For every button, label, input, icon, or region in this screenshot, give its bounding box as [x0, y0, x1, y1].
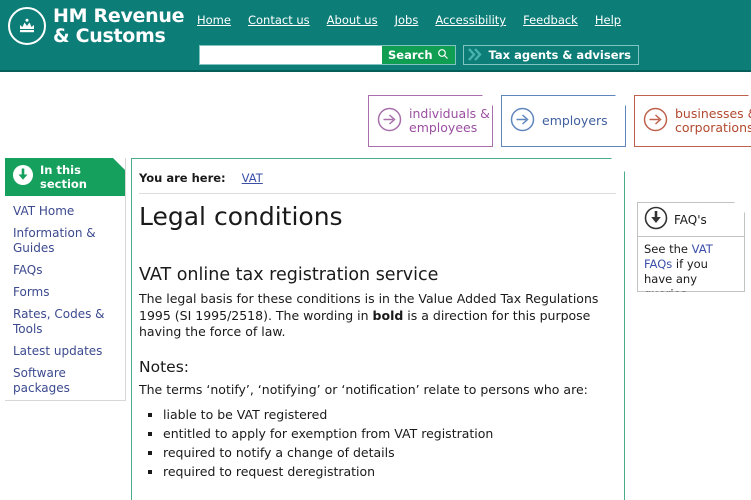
list-item: liable to be VAT registered: [163, 405, 624, 424]
nav-link-accessibility[interactable]: Accessibility: [435, 13, 506, 27]
circle-arrow-down-icon: [12, 164, 34, 190]
logo-line-2: & Customs: [53, 25, 166, 47]
tax-agents-button[interactable]: Tax agents & advisers: [462, 45, 640, 65]
sidebar-item-vat-home[interactable]: VAT Home: [13, 204, 117, 219]
nav-link-help[interactable]: Help: [595, 13, 621, 27]
audience-box-individuals-employees[interactable]: individuals & employees: [368, 95, 493, 147]
audience-label-employers: employers: [542, 113, 608, 128]
search-input[interactable]: [200, 46, 382, 64]
search-area: Search Tax agents & advisers: [199, 45, 640, 65]
sidebar-item-latest-updates[interactable]: Latest updates: [13, 344, 117, 359]
search-box: Search: [199, 45, 456, 65]
faq-box: FAQ's See the VAT FAQs if you have any q…: [637, 202, 745, 292]
tax-agents-label: Tax agents & advisers: [488, 48, 632, 62]
nav-link-home[interactable]: Home: [197, 13, 231, 27]
sidebar-header-label: In this section: [40, 163, 87, 191]
breadcrumb-link-vat[interactable]: VAT: [242, 171, 263, 185]
circle-arrow-down-icon: [644, 206, 668, 234]
sidebar-item-forms[interactable]: Forms: [13, 285, 117, 300]
nav-link-feedback[interactable]: Feedback: [523, 13, 578, 27]
audience-line-1: businesses &: [675, 106, 751, 121]
page-title: Legal conditions: [139, 202, 343, 231]
nav-link-about-us[interactable]: About us: [327, 13, 378, 27]
sidebar: In this section VAT Home Information & G…: [5, 158, 126, 401]
circle-arrow-right-icon: [509, 106, 536, 137]
top-navigation: Home Contact us About us Jobs Accessibil…: [197, 13, 621, 27]
audience-box-employers[interactable]: employers: [501, 95, 626, 147]
section-title: VAT online tax registration service: [139, 265, 439, 285]
notes-list: liable to be VAT registered entitled to …: [132, 405, 624, 481]
audience-line-2: employees: [409, 120, 478, 135]
faq-text: See the VAT FAQs if you have any queries…: [638, 237, 744, 302]
site-header: HM Revenue & Customs Home Contact us Abo…: [0, 0, 751, 72]
faq-title: FAQ's: [674, 212, 707, 227]
logo-wordmark: HM Revenue & Customs: [53, 6, 184, 46]
hmrc-logo[interactable]: HM Revenue & Customs: [8, 6, 184, 46]
audience-boxes: individuals & employees employers busine…: [368, 95, 751, 147]
sidebar-item-information-guides[interactable]: Information & Guides: [13, 226, 117, 256]
magnifier-icon: [437, 48, 449, 63]
breadcrumb: You are here: VAT: [132, 159, 624, 185]
sidebar-item-rates-codes-tools[interactable]: Rates, Codes & Tools: [13, 307, 117, 337]
sidebar-header: In this section: [5, 158, 125, 196]
breadcrumb-label: You are here:: [139, 171, 226, 185]
circle-arrow-right-icon: [376, 106, 403, 137]
list-item: required to request deregistration: [163, 462, 624, 481]
search-button[interactable]: Search: [382, 46, 455, 64]
list-item: entitled to apply for exemption from VAT…: [163, 424, 624, 443]
audience-label-individuals: individuals & employees: [409, 107, 490, 135]
sidebar-list: VAT Home Information & Guides FAQs Forms…: [5, 196, 125, 396]
list-item: required to notify a change of details: [163, 443, 624, 462]
sidebar-item-faqs[interactable]: FAQs: [13, 263, 117, 278]
faq-text-before-link: See the: [644, 242, 692, 256]
nav-link-jobs[interactable]: Jobs: [395, 13, 419, 27]
intro-paragraph: The legal basis for these conditions is …: [132, 285, 624, 341]
audience-label-businesses: businesses & corporations: [675, 107, 751, 135]
crown-emblem-icon: [8, 7, 46, 45]
nav-link-contact-us[interactable]: Contact us: [248, 13, 310, 27]
sidebar-item-software-packages[interactable]: Software packages: [13, 366, 117, 396]
double-chevron-right-icon: [467, 46, 484, 65]
notes-intro: The terms ‘notify’, ‘notifying’ or ‘noti…: [139, 381, 588, 397]
search-button-label: Search: [388, 48, 433, 62]
logo-line-1: HM Revenue: [53, 5, 185, 27]
notes-title: Notes:: [139, 357, 189, 376]
main-content-panel: You are here: VAT Legal conditions VAT o…: [131, 158, 625, 500]
audience-line-2: corporations: [675, 120, 751, 135]
audience-box-businesses-corporations[interactable]: businesses & corporations: [634, 95, 751, 147]
faq-header: FAQ's: [638, 203, 744, 237]
audience-line-1: individuals &: [409, 106, 490, 121]
circle-arrow-right-icon: [642, 106, 669, 137]
intro-bold-word: bold: [372, 307, 404, 323]
